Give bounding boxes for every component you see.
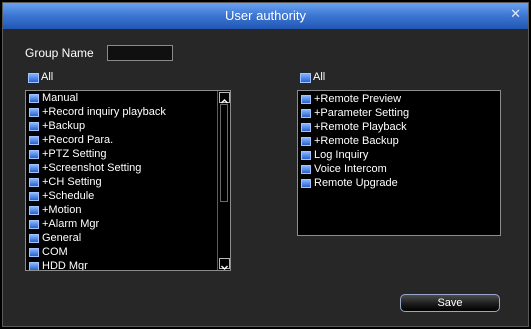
checkbox-icon[interactable] <box>29 191 39 201</box>
list-item-label: COM <box>42 246 68 258</box>
checkbox-icon[interactable] <box>301 136 311 146</box>
list-item-label: Log Inquiry <box>314 149 369 161</box>
list-item[interactable]: +Record inquiry playback <box>29 105 166 119</box>
list-item-label: +Schedule <box>42 190 95 202</box>
list-item[interactable]: Remote Upgrade <box>301 176 398 190</box>
list-item[interactable]: +Parameter Setting <box>301 106 409 120</box>
checkbox-icon[interactable] <box>301 150 311 160</box>
list-item[interactable]: Manual <box>29 91 78 105</box>
checkbox-icon[interactable] <box>29 177 39 187</box>
list-item[interactable]: +Backup <box>29 119 85 133</box>
list-item-label: +Screenshot Setting <box>42 162 142 174</box>
dialog-title: User authority <box>225 8 306 23</box>
checkbox-icon[interactable] <box>29 219 39 229</box>
list-item-label: +PTZ Setting <box>42 148 107 160</box>
list-item[interactable]: +Remote Preview <box>301 92 401 106</box>
list-item[interactable]: +Alarm Mgr <box>29 217 99 231</box>
user-authority-dialog: User authority ✕ Group Name All Manual +… <box>2 2 529 327</box>
checkbox-icon[interactable] <box>301 178 311 188</box>
right-all-checkbox[interactable] <box>300 73 311 83</box>
checkbox-icon[interactable] <box>29 135 39 145</box>
list-item[interactable]: +Screenshot Setting <box>29 161 141 175</box>
list-item[interactable]: +Motion <box>29 203 81 217</box>
list-item-label: +Motion <box>42 204 82 216</box>
list-item-label: +Remote Playback <box>314 121 407 133</box>
list-item[interactable]: General <box>29 231 81 245</box>
list-item-label: +Parameter Setting <box>314 107 410 119</box>
list-item[interactable]: +CH Setting <box>29 175 102 189</box>
group-name-input[interactable] <box>107 45 173 61</box>
list-item-label: +Record inquiry playback <box>42 106 166 118</box>
list-item-label: +Remote Backup <box>314 135 399 147</box>
list-item-label: +Record Para. <box>42 134 114 146</box>
chevron-down-icon <box>221 265 228 270</box>
list-item[interactable]: HDD Mgr <box>29 259 88 271</box>
left-all-checkbox[interactable] <box>28 73 39 83</box>
checkbox-icon[interactable] <box>29 93 39 103</box>
group-name-label: Group Name <box>25 46 94 60</box>
checkbox-icon[interactable] <box>29 149 39 159</box>
list-item-label: +Backup <box>42 120 86 132</box>
checkbox-icon[interactable] <box>301 164 311 174</box>
list-item[interactable]: Log Inquiry <box>301 148 368 162</box>
left-all-label: All <box>41 71 54 83</box>
scroll-down-button[interactable] <box>219 258 230 270</box>
list-item-label: Manual <box>42 92 79 104</box>
list-item-label: +CH Setting <box>42 176 102 188</box>
remote-permission-list[interactable]: +Remote Preview +Parameter Setting +Remo… <box>297 90 501 236</box>
title-bar[interactable]: User authority ✕ <box>3 3 528 29</box>
list-item-label: Remote Upgrade <box>314 177 398 189</box>
vertical-scrollbar[interactable] <box>217 91 230 270</box>
checkbox-icon[interactable] <box>29 121 39 131</box>
close-icon[interactable]: ✕ <box>510 6 521 22</box>
checkbox-icon[interactable] <box>29 205 39 215</box>
checkbox-icon[interactable] <box>29 247 39 257</box>
list-item[interactable]: +Schedule <box>29 189 94 203</box>
list-item[interactable]: +PTZ Setting <box>29 147 107 161</box>
list-item-label: +Remote Preview <box>314 93 402 105</box>
checkbox-icon[interactable] <box>301 108 311 118</box>
scroll-thumb[interactable] <box>220 104 228 202</box>
checkbox-icon[interactable] <box>29 107 39 117</box>
save-button[interactable]: Save <box>400 294 500 312</box>
list-item[interactable]: Voice Intercom <box>301 162 387 176</box>
local-permission-list[interactable]: Manual +Record inquiry playback +Backup … <box>25 90 231 271</box>
checkbox-icon[interactable] <box>29 233 39 243</box>
checkbox-icon[interactable] <box>301 122 311 132</box>
list-item-label: HDD Mgr <box>42 260 88 271</box>
list-item[interactable]: +Remote Backup <box>301 134 399 148</box>
list-item[interactable]: +Remote Playback <box>301 120 407 134</box>
checkbox-icon[interactable] <box>301 94 311 104</box>
list-item-label: Voice Intercom <box>314 163 387 175</box>
list-item-label: +Alarm Mgr <box>42 218 100 230</box>
list-item[interactable]: COM <box>29 245 68 259</box>
list-item[interactable]: +Record Para. <box>29 133 113 147</box>
checkbox-icon[interactable] <box>29 163 39 173</box>
scroll-up-button[interactable] <box>219 92 230 104</box>
list-item-label: General <box>42 232 82 244</box>
right-all-label: All <box>313 71 326 83</box>
checkbox-icon[interactable] <box>29 261 39 270</box>
